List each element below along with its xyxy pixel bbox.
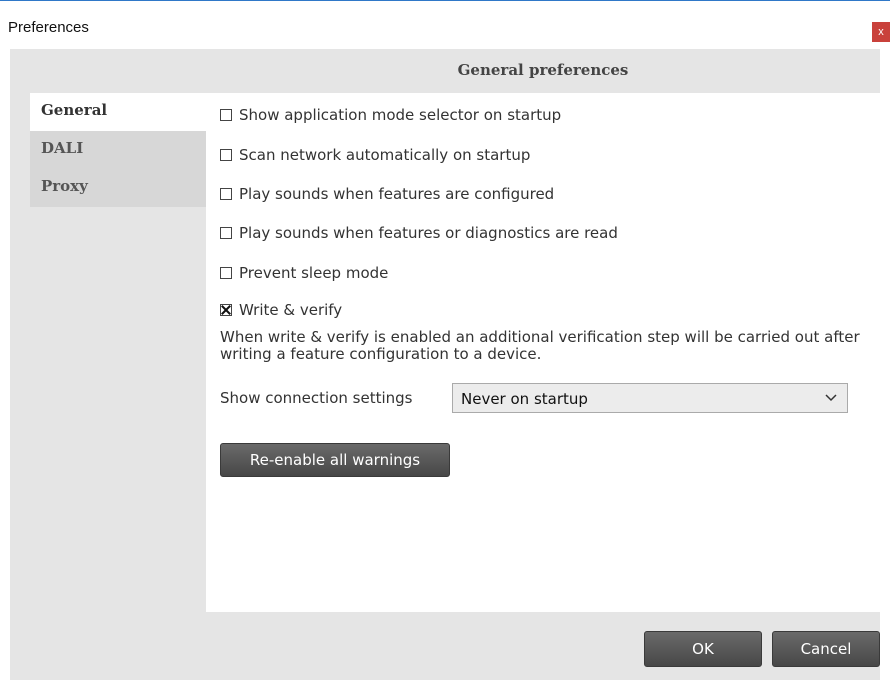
- preferences-window: Preferences x General preferences Genera…: [0, 0, 890, 680]
- option-write-verify[interactable]: Write & verify: [220, 301, 342, 319]
- preferences-nav: General DALI Proxy: [30, 93, 206, 207]
- close-icon: x: [878, 26, 884, 38]
- option-label: Show application mode selector on startu…: [239, 106, 562, 124]
- nav-item-dali[interactable]: DALI: [30, 131, 206, 169]
- select-value: Never on startup: [461, 390, 588, 408]
- checkbox-unchecked-icon[interactable]: [220, 149, 232, 161]
- option-prevent-sleep[interactable]: Prevent sleep mode: [220, 264, 388, 282]
- checkbox-unchecked-icon[interactable]: [220, 227, 232, 239]
- option-label: Play sounds when features or diagnostics…: [239, 224, 618, 242]
- dialog-content: General preferences General DALI Proxy S…: [10, 49, 880, 680]
- option-label: Prevent sleep mode: [239, 264, 389, 282]
- write-verify-description: When write & verify is enabled an additi…: [220, 328, 860, 363]
- checkbox-checked-icon[interactable]: [220, 304, 232, 316]
- option-scan-network[interactable]: Scan network automatically on startup: [220, 146, 530, 164]
- nav-item-proxy[interactable]: Proxy: [30, 169, 206, 207]
- cancel-button[interactable]: Cancel: [772, 631, 880, 667]
- connection-settings-select[interactable]: Never on startup: [452, 383, 848, 413]
- option-label: Scan network automatically on startup: [239, 146, 531, 164]
- close-button[interactable]: x: [872, 22, 890, 42]
- checkbox-unchecked-icon[interactable]: [220, 109, 232, 121]
- window-title: Preferences: [8, 19, 89, 36]
- connection-settings-label: Show connection settings: [220, 389, 413, 407]
- nav-item-general[interactable]: General: [30, 93, 206, 131]
- option-show-mode-selector[interactable]: Show application mode selector on startu…: [220, 106, 561, 124]
- reenable-warnings-button[interactable]: Re-enable all warnings: [220, 443, 450, 477]
- chevron-down-icon: [825, 394, 837, 402]
- option-label: Write & verify: [239, 301, 343, 319]
- checkbox-unchecked-icon[interactable]: [220, 188, 232, 200]
- option-sounds-configured[interactable]: Play sounds when features are configured: [220, 185, 554, 203]
- section-heading: General preferences: [457, 61, 629, 79]
- option-label: Play sounds when features are configured: [239, 185, 555, 203]
- title-bar: Preferences x: [0, 1, 890, 49]
- checkbox-unchecked-icon[interactable]: [220, 267, 232, 279]
- general-preferences-panel: Show application mode selector on startu…: [206, 93, 880, 612]
- option-sounds-read[interactable]: Play sounds when features or diagnostics…: [220, 224, 618, 242]
- ok-button[interactable]: OK: [644, 631, 762, 667]
